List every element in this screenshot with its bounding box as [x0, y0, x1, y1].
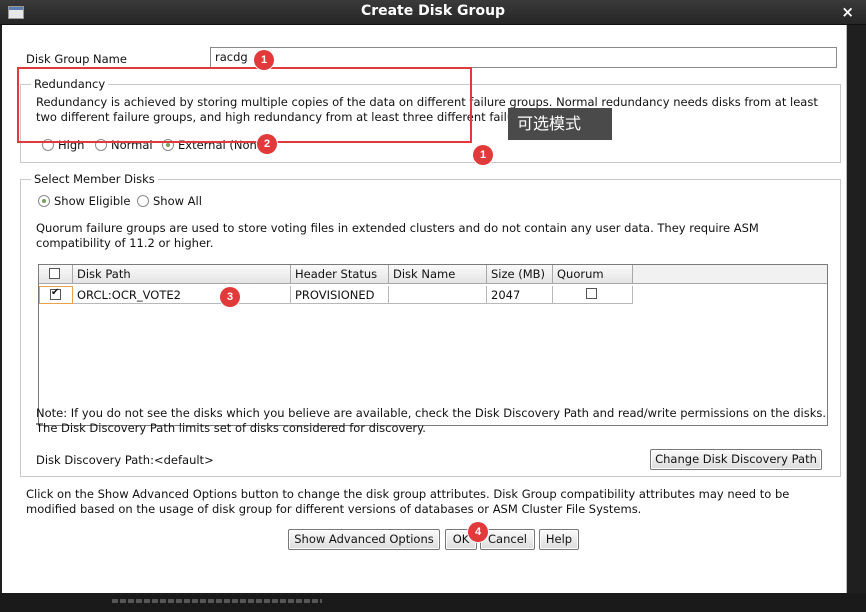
step-badge-3: 3 — [220, 287, 240, 307]
cancel-button[interactable]: Cancel — [480, 529, 535, 550]
radio-indicator — [137, 195, 149, 207]
create-disk-group-window: Create Disk Group × Disk Group Name racd… — [0, 0, 866, 612]
change-discovery-path-button[interactable]: Change Disk Discovery Path — [650, 449, 822, 470]
select-all-header[interactable] — [39, 265, 73, 284]
disk-table-header: Disk Path Header Status Disk Name Size (… — [39, 265, 827, 285]
tooltip-badge-1: 1 — [473, 145, 493, 165]
step-badge-1: 1 — [254, 50, 274, 70]
disk-group-name-input[interactable]: racdg — [210, 47, 837, 68]
radio-label-show-eligible: Show Eligible — [54, 194, 131, 208]
select-all-checkbox[interactable] — [49, 268, 60, 279]
close-icon[interactable]: × — [841, 3, 854, 21]
discovery-note: Note: If you do not see the disks which … — [36, 406, 827, 435]
advanced-options-note: Click on the Show Advanced Options butto… — [26, 487, 790, 516]
step-badge-4: 4 — [468, 522, 488, 542]
radio-show-all[interactable]: Show All — [137, 194, 202, 208]
radio-indicator-selected — [38, 195, 50, 207]
row-select-cell[interactable] — [39, 286, 73, 304]
window-title: Create Disk Group — [360, 3, 506, 19]
quorum-note: Quorum failure groups are used to store … — [36, 221, 759, 250]
radio-show-eligible[interactable]: Show Eligible — [38, 194, 130, 208]
row-select-checkbox[interactable] — [50, 287, 61, 300]
show-advanced-options-button[interactable]: Show Advanced Options — [288, 529, 440, 550]
radio-label-show-all: Show All — [153, 194, 202, 208]
step-badge-2: 2 — [257, 134, 277, 154]
member-disks-legend: Select Member Disks — [34, 172, 155, 186]
quorum-checkbox[interactable] — [586, 288, 597, 299]
cell-header-status: PROVISIONED — [291, 286, 389, 304]
cell-disk-path: ORCL:OCR_VOTE2 — [73, 286, 291, 304]
column-header-quorum[interactable]: Quorum — [553, 265, 633, 284]
discovery-path-label: Disk Discovery Path:<default> — [36, 453, 214, 467]
title-bar: Create Disk Group × — [0, 0, 866, 25]
header-filler — [633, 265, 827, 284]
cell-size-mb: 2047 — [487, 286, 553, 304]
cell-quorum — [553, 286, 633, 304]
annotation-tooltip: 可选模式 — [508, 108, 612, 140]
disk-group-name-label: Disk Group Name — [26, 52, 127, 66]
blurred-background-text — [112, 599, 322, 603]
column-header-disk-path[interactable]: Disk Path — [73, 265, 291, 284]
column-header-disk-name[interactable]: Disk Name — [389, 265, 487, 284]
disk-table: Disk Path Header Status Disk Name Size (… — [38, 264, 828, 426]
redundancy-highlight-box — [17, 67, 472, 143]
column-header-size[interactable]: Size (MB) — [487, 265, 553, 284]
help-button[interactable]: Help — [539, 529, 579, 550]
column-header-header-status[interactable]: Header Status — [291, 265, 389, 284]
background-taskbar-strip — [0, 593, 866, 612]
cell-disk-name — [389, 286, 487, 304]
